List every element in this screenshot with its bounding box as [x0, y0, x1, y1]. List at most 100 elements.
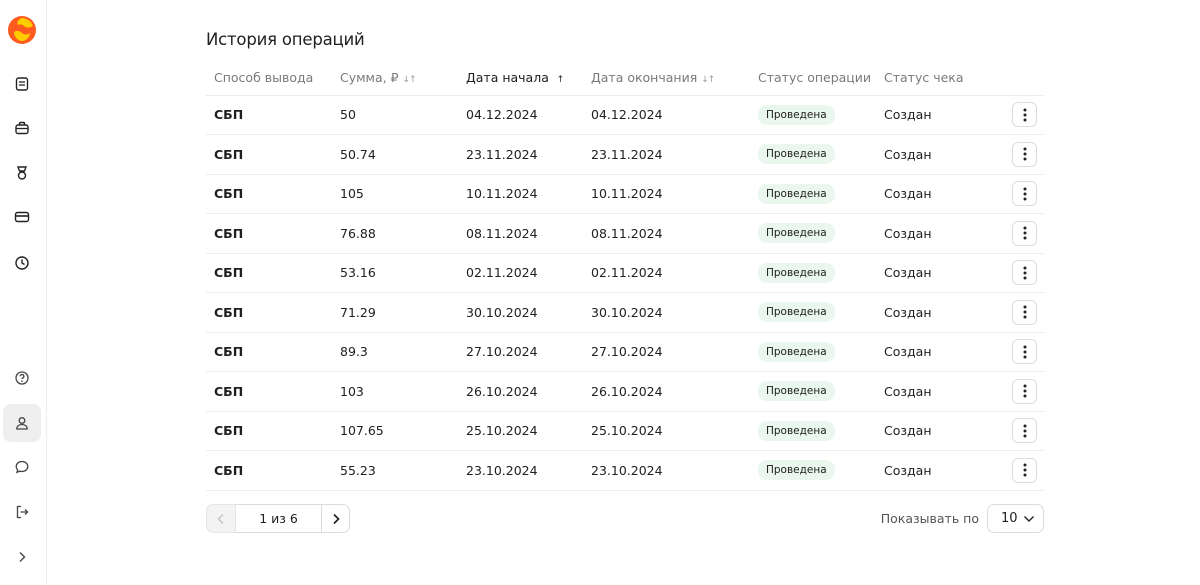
- logo-icon[interactable]: [7, 15, 37, 45]
- status-badge: Проведена: [758, 183, 835, 204]
- more-vertical-icon: [1023, 147, 1026, 161]
- more-vertical-icon: [1023, 463, 1026, 477]
- cell-amount: 50: [332, 95, 458, 135]
- row-menu-button[interactable]: [1012, 457, 1037, 483]
- row-menu-button[interactable]: [1012, 102, 1037, 128]
- cell-amount: 107.65: [332, 411, 458, 451]
- more-vertical-icon: [1023, 108, 1026, 122]
- table-row: СБП 105 10.11.2024 10.11.2024 Проведена Созда…: [206, 174, 1044, 214]
- more-vertical-icon: [1023, 266, 1026, 280]
- sort-icon: ↓↑: [701, 74, 715, 85]
- row-menu-button[interactable]: [1012, 418, 1037, 444]
- status-badge: Проведена: [758, 460, 835, 481]
- cell-method: СБП: [206, 450, 332, 491]
- help-icon: [15, 371, 29, 385]
- row-menu-button[interactable]: [1012, 378, 1037, 404]
- header-receipt-status: Статус чека: [876, 60, 991, 96]
- profile-icon: [16, 417, 28, 430]
- cell-method: СБП: [206, 332, 332, 372]
- row-menu-button[interactable]: [1012, 181, 1037, 207]
- more-vertical-icon: [1023, 305, 1026, 319]
- expand-icon: [19, 552, 26, 562]
- cell-op-status: Проведена: [750, 450, 876, 491]
- nav-logout[interactable]: [3, 493, 41, 531]
- table-row: СБП 107.65 25.10.2024 25.10.2024 Проведена Со…: [206, 411, 1044, 451]
- more-vertical-icon: [1023, 226, 1026, 240]
- pagination: 1 из 6: [206, 504, 350, 533]
- nav-history[interactable]: [3, 244, 41, 282]
- nav-expand[interactable]: [3, 538, 41, 576]
- cell-actions: [991, 450, 1044, 491]
- header-end-date[interactable]: Дата окончания ↓↑: [583, 60, 750, 96]
- status-badge: Проведена: [758, 341, 835, 362]
- cell-amount: 76.88: [332, 213, 458, 254]
- cell-method: СБП: [206, 95, 332, 135]
- cell-start-date: 25.10.2024: [458, 411, 583, 451]
- cell-actions: [991, 332, 1044, 372]
- cell-end-date: 26.10.2024: [583, 371, 750, 412]
- cell-method: СБП: [206, 253, 332, 293]
- cell-end-date: 23.10.2024: [583, 450, 750, 491]
- cell-start-date: 02.11.2024: [458, 253, 583, 293]
- cell-end-date: 27.10.2024: [583, 332, 750, 372]
- nav-payments[interactable]: [3, 198, 41, 236]
- cell-receipt-status: Создан: [876, 95, 991, 135]
- briefcase-icon: [15, 121, 29, 135]
- cell-method: СБП: [206, 411, 332, 451]
- cell-op-status: Проведена: [750, 411, 876, 451]
- table-header: Способ вывода Сумма, ₽ ↓↑ Дата начала ↑ Д…: [206, 60, 1044, 96]
- cell-method: СБП: [206, 371, 332, 412]
- nav-achievements[interactable]: [3, 154, 41, 192]
- cell-start-date: 26.10.2024: [458, 371, 583, 412]
- cell-amount: 50.74: [332, 134, 458, 175]
- document-icon: [15, 77, 29, 91]
- cell-actions: [991, 371, 1044, 412]
- cell-receipt-status: Создан: [876, 253, 991, 293]
- page-indicator: 1 из 6: [236, 504, 321, 533]
- cell-method: СБП: [206, 292, 332, 333]
- table-row: СБП 76.88 08.11.2024 08.11.2024 Проведена Соз…: [206, 213, 1044, 254]
- row-menu-button[interactable]: [1012, 260, 1037, 286]
- cell-end-date: 10.11.2024: [583, 174, 750, 214]
- cell-receipt-status: Создан: [876, 292, 991, 333]
- cell-end-date: 04.12.2024: [583, 95, 750, 135]
- row-menu-button[interactable]: [1012, 299, 1037, 325]
- nav-support[interactable]: [3, 448, 41, 486]
- cell-receipt-status: Создан: [876, 371, 991, 412]
- operations-table: Способ вывода Сумма, ₽ ↓↑ Дата начала ↑ Д…: [206, 60, 1044, 491]
- cell-receipt-status: Создан: [876, 213, 991, 254]
- status-badge: Проведена: [758, 262, 835, 283]
- row-menu-button[interactable]: [1012, 339, 1037, 365]
- cell-actions: [991, 174, 1044, 214]
- table-row: СБП 55.23 23.10.2024 23.10.2024 Проведена Соз…: [206, 450, 1044, 491]
- header-method: Способ вывода: [206, 60, 332, 96]
- table-row: СБП 53.16 02.11.2024 02.11.2024 Проведена Соз…: [206, 253, 1044, 293]
- nav-documents[interactable]: [3, 65, 41, 103]
- cell-end-date: 23.11.2024: [583, 134, 750, 175]
- cell-amount: 103: [332, 371, 458, 412]
- chevron-left-icon: [217, 513, 224, 524]
- per-page-label: Показывать по: [880, 511, 979, 526]
- cell-receipt-status: Создан: [876, 411, 991, 451]
- cell-actions: [991, 213, 1044, 254]
- nav-help[interactable]: [3, 359, 41, 397]
- row-menu-button[interactable]: [1012, 141, 1037, 167]
- table-row: СБП 103 26.10.2024 26.10.2024 Проведена Созда…: [206, 371, 1044, 412]
- cell-end-date: 25.10.2024: [583, 411, 750, 451]
- next-page-button[interactable]: [321, 504, 350, 533]
- cell-start-date: 30.10.2024: [458, 292, 583, 333]
- nav-profile[interactable]: [3, 404, 41, 442]
- header-start-date[interactable]: Дата начала ↑: [458, 60, 583, 96]
- prev-page-button[interactable]: [206, 504, 236, 533]
- cell-actions: [991, 95, 1044, 135]
- row-menu-button[interactable]: [1012, 220, 1037, 246]
- cell-start-date: 04.12.2024: [458, 95, 583, 135]
- nav-orders[interactable]: [3, 109, 41, 147]
- header-amount[interactable]: Сумма, ₽ ↓↑: [332, 60, 458, 96]
- cell-amount: 55.23: [332, 450, 458, 491]
- per-page-select[interactable]: 10: [987, 504, 1044, 533]
- cell-actions: [991, 134, 1044, 175]
- table-row: СБП 71.29 30.10.2024 30.10.2024 Проведена Соз…: [206, 292, 1044, 333]
- cell-op-status: Проведена: [750, 253, 876, 293]
- page-title: История операций: [206, 30, 365, 49]
